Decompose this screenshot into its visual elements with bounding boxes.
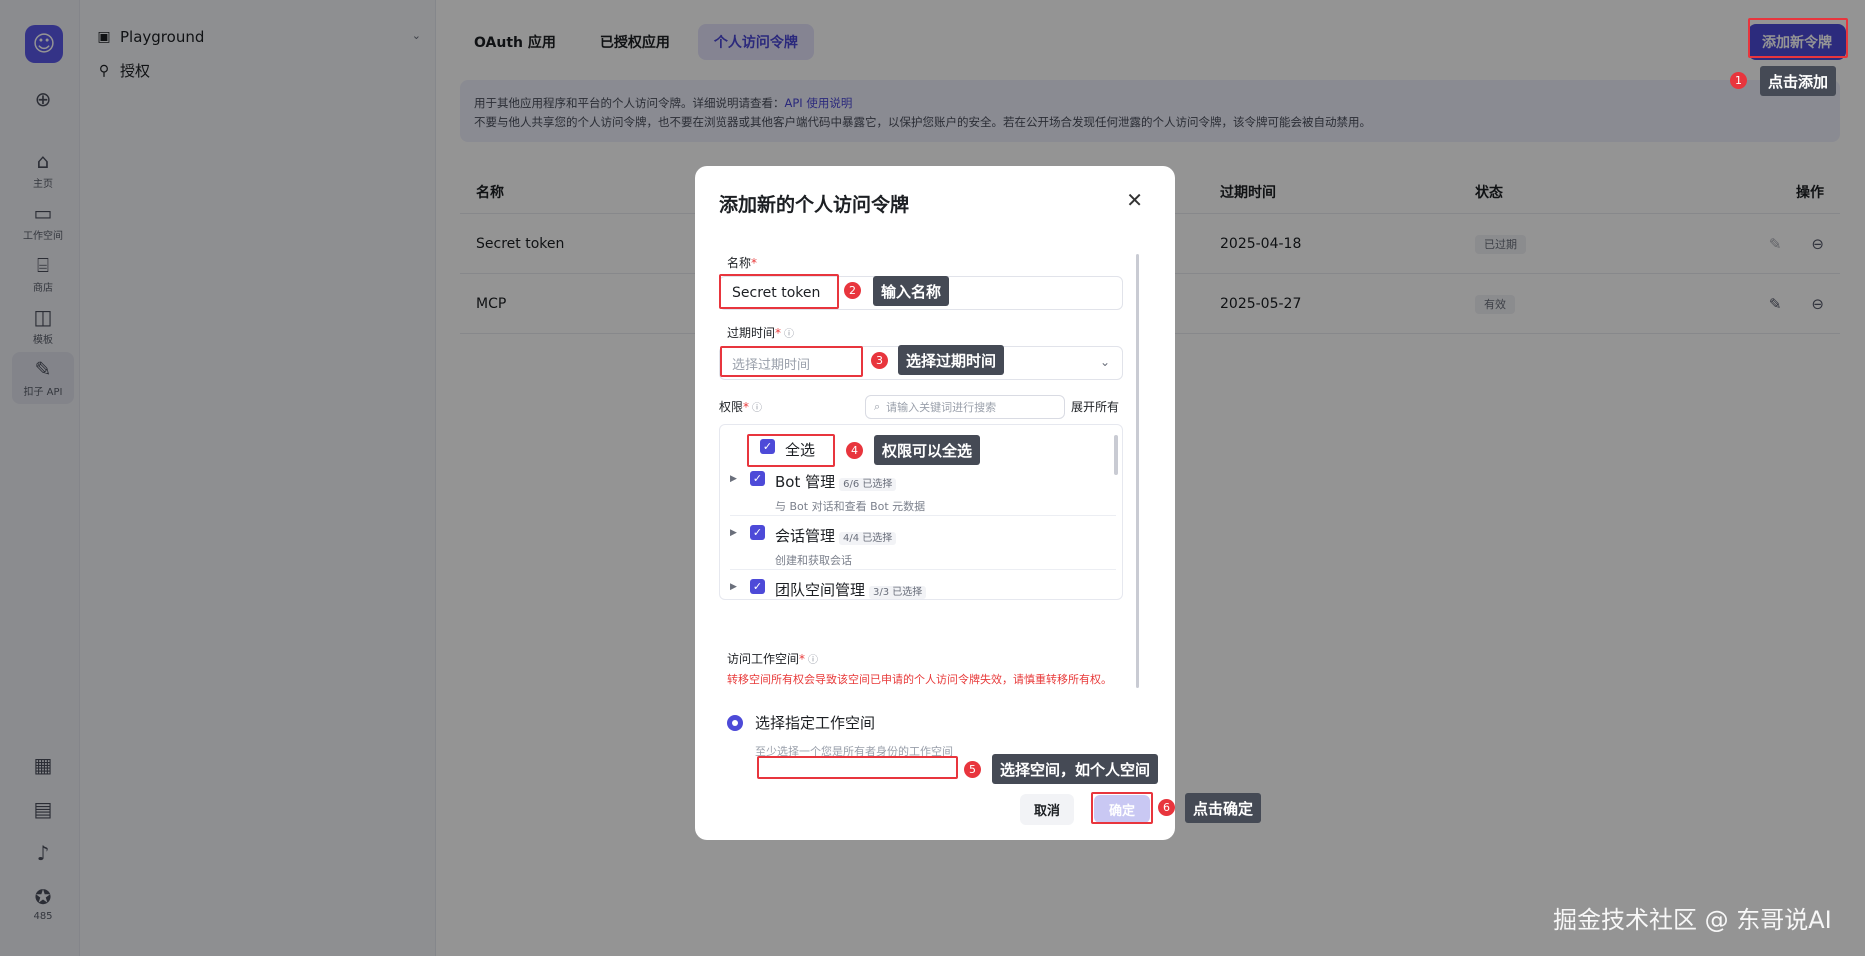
workspace-label: 访问工作空间* ⓘ — [727, 652, 819, 666]
perm-search-input[interactable]: ⌕ 请输入关键词进行搜索 — [865, 395, 1065, 419]
checkbox-checked-icon[interactable]: ✓ — [750, 471, 765, 486]
annotation-tip: 权限可以全选 — [874, 435, 981, 465]
divider — [730, 569, 1116, 570]
expand-all-link[interactable]: 展开所有 — [1071, 398, 1119, 415]
annotation-number: 5 — [964, 761, 981, 778]
annotation-number: 1 — [1730, 72, 1747, 89]
annotation-tip: 选择空间，如个人空间 — [992, 754, 1159, 784]
checkbox-checked-icon[interactable]: ✓ — [750, 525, 765, 540]
annotation-highlight — [757, 756, 958, 779]
annotation-highlight — [1091, 792, 1153, 824]
search-icon: ⌕ — [874, 400, 881, 413]
name-label: 名称* — [727, 256, 758, 270]
add-token-dialog: 添加新的个人访问令牌 ✕ 名称* Secret token 过期时间* ⓘ 选择过… — [695, 166, 1175, 840]
info-icon: ⓘ — [752, 403, 763, 414]
annotation-highlight — [747, 434, 835, 467]
annotation-number: 6 — [1158, 799, 1175, 816]
close-icon[interactable]: ✕ — [1126, 188, 1143, 212]
perm-item[interactable]: ▶ ✓ Bot 管理 6/6 已选择 与 Bot 对话和查看 Bot 元数据 — [730, 471, 925, 514]
cancel-button[interactable]: 取消 — [1020, 794, 1075, 825]
checkbox-checked-icon[interactable]: ✓ — [750, 579, 765, 594]
perm-scrollbar[interactable] — [1114, 435, 1118, 475]
caret-right-icon[interactable]: ▶ — [730, 474, 740, 484]
divider — [730, 515, 1116, 516]
workspace-warning: 转移空间所有权会导致该空间已申请的个人访问令牌失效，请慎重转移所有权。 — [727, 673, 1112, 686]
annotation-tip: 点击添加 — [1760, 66, 1837, 96]
annotation-highlight — [1748, 18, 1848, 58]
annotation-tip: 选择过期时间 — [898, 345, 1005, 375]
info-icon: ⓘ — [784, 329, 795, 340]
info-icon: ⓘ — [808, 655, 819, 666]
perm-item[interactable]: ▶ ✓ 会话管理 4/4 已选择 创建和获取会话 — [730, 525, 897, 568]
annotation-number: 2 — [844, 282, 861, 299]
perm-item[interactable]: ▶ ✓ 团队空间管理 3/3 已选择 — [730, 579, 927, 599]
annotation-highlight — [720, 346, 863, 377]
radio-label: 选择指定工作空间 — [755, 714, 876, 732]
annotation-number: 3 — [871, 352, 888, 369]
dialog-scrollbar[interactable] — [1136, 254, 1139, 688]
caret-right-icon[interactable]: ▶ — [730, 582, 740, 592]
perm-label: 权限* ⓘ — [719, 400, 763, 414]
annotation-number: 4 — [846, 442, 863, 459]
workspace-radio[interactable]: 选择指定工作空间 — [727, 712, 875, 733]
dialog-title: 添加新的个人访问令牌 — [719, 194, 910, 216]
expire-label: 过期时间* ⓘ — [727, 326, 795, 340]
chevron-down-icon: ⌄ — [1099, 355, 1110, 369]
caret-right-icon[interactable]: ▶ — [730, 528, 740, 538]
radio-selected-icon[interactable] — [727, 714, 743, 731]
annotation-tip: 点击确定 — [1185, 793, 1262, 823]
annotation-tip: 输入名称 — [873, 276, 950, 306]
watermark: 掘金技术社区 @ 东哥说AI — [1553, 906, 1832, 934]
annotation-highlight — [719, 274, 839, 309]
